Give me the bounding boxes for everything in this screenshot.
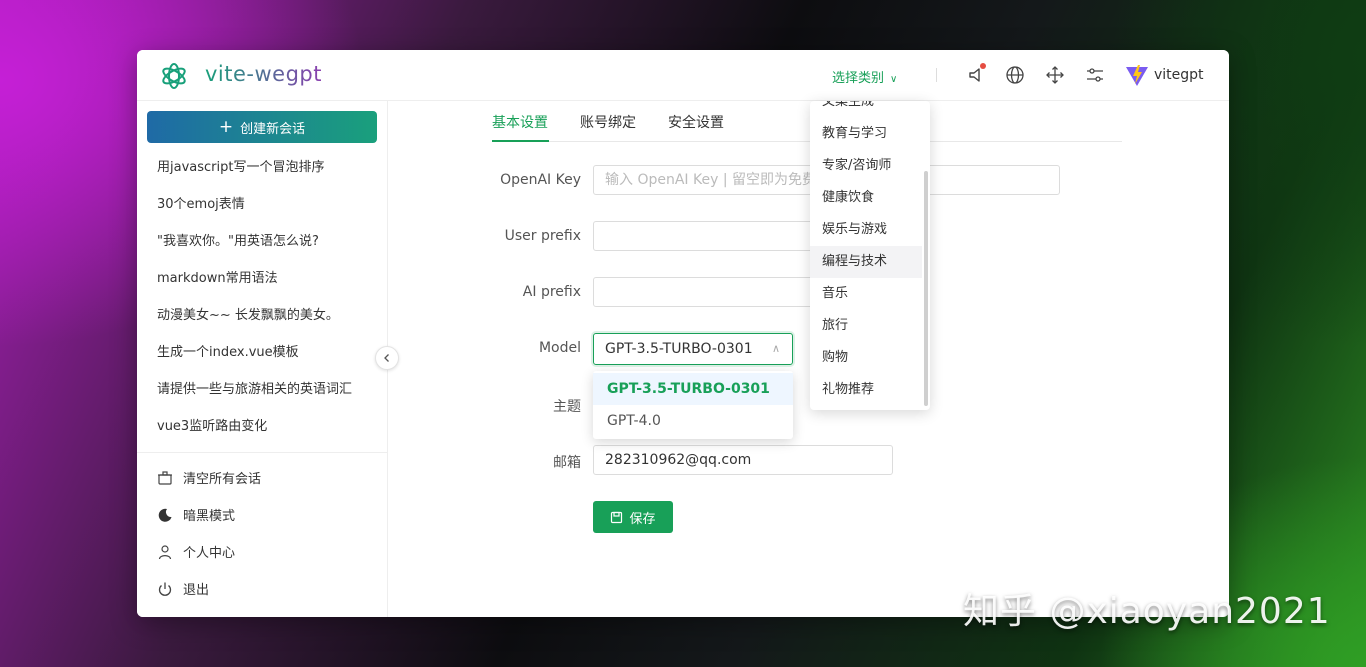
save-label: 保存 xyxy=(629,511,656,527)
sidebar-footer: 清空所有会话 暗黑模式 个人中心 退出 xyxy=(137,459,387,607)
category-option[interactable]: 健康饮食 xyxy=(810,182,922,214)
chevron-up-icon: ∧ xyxy=(771,342,780,355)
chat-history-item[interactable]: 30个emoj表情 xyxy=(137,186,387,223)
save-icon xyxy=(610,511,623,524)
top-header: vite-wegpt 选择类别 ∨ vitegpt xyxy=(137,50,1229,101)
clear-all-label: 清空所有会话 xyxy=(183,472,262,487)
header-divider xyxy=(936,68,937,82)
dark-mode-label: 暗黑模式 xyxy=(183,509,236,524)
model-label: Model xyxy=(538,340,581,356)
theme-label: 主题 xyxy=(553,399,581,415)
clear-all-chats-button[interactable]: 清空所有会话 xyxy=(137,459,387,496)
power-icon xyxy=(157,581,173,597)
user-name[interactable]: vitegpt xyxy=(1154,67,1204,83)
chat-history-item[interactable]: vue3监听路由变化 xyxy=(137,408,387,445)
email-input[interactable] xyxy=(593,445,893,475)
logout-label: 退出 xyxy=(183,583,210,598)
active-tab-indicator xyxy=(492,140,549,142)
chevron-down-icon: ∨ xyxy=(890,74,898,85)
category-list: 文案生成 教育与学习 专家/咨询师 健康饮食 娱乐与游戏 编程与技术 音乐 旅行… xyxy=(810,101,922,406)
app-window: vite-wegpt 选择类别 ∨ vitegpt + 创建新会话 用javas… xyxy=(137,50,1229,617)
category-option[interactable]: 文案生成 xyxy=(810,101,922,118)
notification-badge xyxy=(980,63,986,69)
chevron-left-icon xyxy=(384,354,389,362)
chat-history-item[interactable]: 生成一个index.vue模板 xyxy=(137,334,387,371)
logout-button[interactable]: 退出 xyxy=(137,570,387,607)
save-button[interactable]: 保存 xyxy=(593,501,673,533)
category-select[interactable]: 选择类别 ∨ xyxy=(832,67,897,86)
profile-label: 个人中心 xyxy=(183,546,236,561)
category-option[interactable]: 购物 xyxy=(810,342,922,374)
moon-icon xyxy=(157,507,173,523)
category-scrollbar[interactable] xyxy=(924,171,928,406)
collapse-sidebar-button[interactable] xyxy=(375,346,399,370)
user-icon xyxy=(157,544,173,560)
watermark: 知乎 @xiaoyan2021 xyxy=(963,591,1331,632)
tab-basic-settings[interactable]: 基本设置 xyxy=(492,112,548,132)
sidebar: + 创建新会话 用javascript写一个冒泡排序 30个emoj表情 "我喜… xyxy=(137,101,388,617)
vite-logo-icon xyxy=(1126,65,1148,86)
category-option[interactable]: 娱乐与游戏 xyxy=(810,214,922,246)
trash-icon xyxy=(157,470,173,486)
chat-history-item[interactable]: 请提供一些与旅游相关的英语词汇 xyxy=(137,371,387,408)
category-option[interactable]: 旅行 xyxy=(810,310,922,342)
chat-history-item[interactable]: "我喜欢你。"用英语怎么说? xyxy=(137,223,387,260)
category-option[interactable]: 音乐 xyxy=(810,278,922,310)
category-option[interactable]: 专家/咨询师 xyxy=(810,150,922,182)
new-chat-label: 创建新会话 xyxy=(240,121,306,137)
category-option[interactable]: 编程与技术 xyxy=(810,246,922,278)
chat-history-item[interactable]: 用javascript写一个冒泡排序 xyxy=(137,149,387,186)
new-chat-button[interactable]: + 创建新会话 xyxy=(147,111,377,143)
settings-icon[interactable] xyxy=(1085,65,1105,85)
model-option[interactable]: GPT-4.0 xyxy=(593,405,793,437)
email-label: 邮箱 xyxy=(553,455,581,471)
user-prefix-label: User prefix xyxy=(504,228,581,244)
model-option[interactable]: GPT-3.5-TURBO-0301 xyxy=(593,373,793,405)
category-option[interactable]: 礼物推荐 xyxy=(810,374,922,406)
tab-security-settings[interactable]: 安全设置 xyxy=(668,112,724,132)
model-dropdown: GPT-3.5-TURBO-0301 GPT-4.0 xyxy=(593,371,793,439)
profile-button[interactable]: 个人中心 xyxy=(137,533,387,570)
category-select-label: 选择类别 xyxy=(832,71,885,86)
chat-history-item[interactable]: 动漫美女~~ 长发飘飘的美女。 xyxy=(137,297,387,334)
ai-prefix-input[interactable] xyxy=(593,277,833,307)
category-dropdown: 文案生成 教育与学习 专家/咨询师 健康饮食 娱乐与游戏 编程与技术 音乐 旅行… xyxy=(810,101,930,410)
tab-account-binding[interactable]: 账号绑定 xyxy=(580,112,636,132)
chat-history-item[interactable]: markdown常用语法 xyxy=(137,260,387,297)
plus-icon: + xyxy=(218,116,234,137)
ai-prefix-label: AI prefix xyxy=(522,284,581,300)
openai-logo-icon xyxy=(162,63,186,89)
fullscreen-icon[interactable] xyxy=(1045,65,1065,85)
model-select-value: GPT-3.5-TURBO-0301 xyxy=(605,341,753,357)
chat-history-list: 用javascript写一个冒泡排序 30个emoj表情 "我喜欢你。"用英语怎… xyxy=(137,149,387,445)
dark-mode-toggle[interactable]: 暗黑模式 xyxy=(137,496,387,533)
user-prefix-input[interactable] xyxy=(593,221,833,251)
settings-tabs: 基本设置 账号绑定 安全设置 xyxy=(492,101,1122,142)
category-option[interactable]: 教育与学习 xyxy=(810,118,922,150)
openai-key-label: OpenAI Key xyxy=(500,172,581,188)
model-select[interactable]: GPT-3.5-TURBO-0301 ∧ xyxy=(593,333,793,365)
app-title: vite-wegpt xyxy=(205,62,322,86)
notification-icon[interactable] xyxy=(966,63,986,85)
language-icon[interactable] xyxy=(1005,65,1025,85)
sidebar-divider xyxy=(137,452,387,453)
